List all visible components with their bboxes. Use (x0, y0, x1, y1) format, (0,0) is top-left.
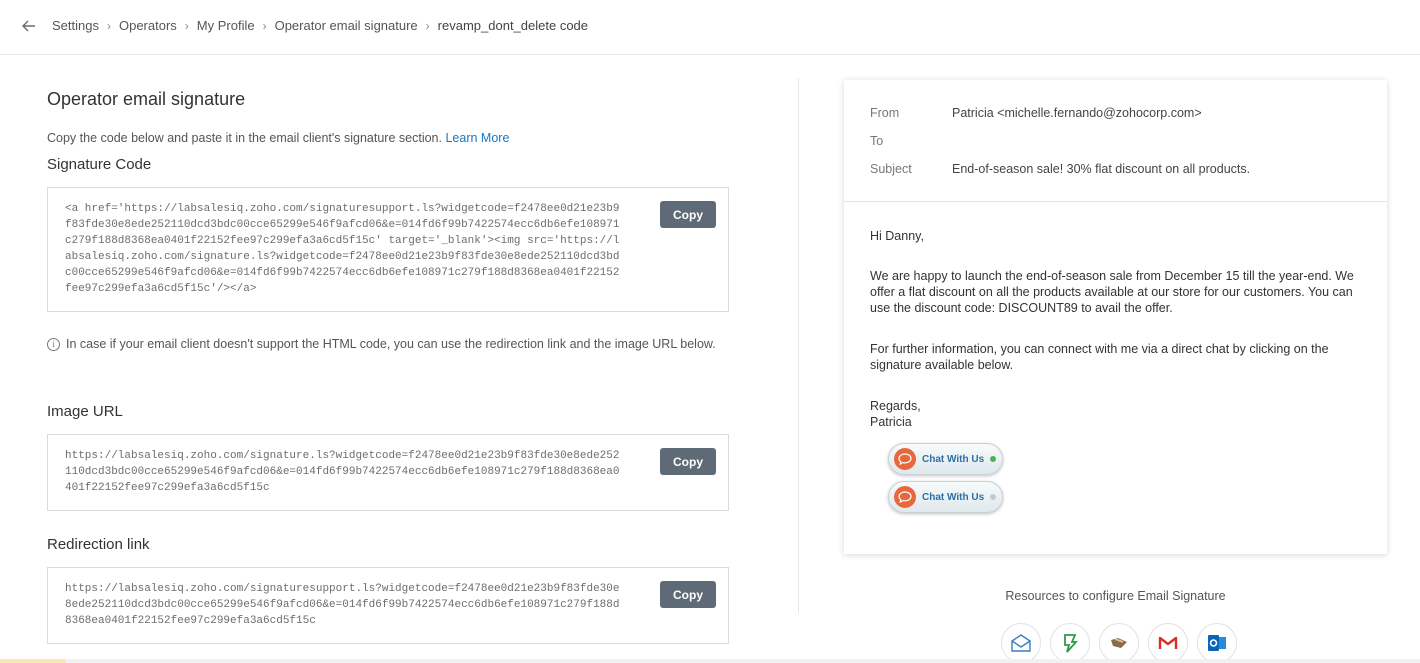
breadcrumb-my-profile[interactable]: My Profile (197, 18, 255, 33)
mail-client-icon[interactable] (1099, 623, 1139, 663)
chevron-right-icon: › (425, 18, 430, 33)
redirection-link-text[interactable]: https://labsalesiq.zoho.com/signaturesup… (65, 581, 705, 629)
column-divider (798, 78, 799, 613)
breadcrumb-operator-email-signature[interactable]: Operator email signature (275, 18, 418, 33)
learn-more-link[interactable]: Learn More (445, 131, 509, 145)
signature-code-text[interactable]: <a href='https://labsalesiq.zoho.com/sig… (65, 201, 705, 297)
regards: Regards, (870, 399, 921, 413)
body-paragraph-1: We are happy to launch the end-of-season… (870, 269, 1354, 315)
resources-title: Resources to configure Email Signature (1005, 589, 1226, 603)
chat-bubble-icon (894, 486, 916, 508)
body-paragraph-2: For further information, you can connect… (870, 342, 1329, 372)
info-icon: i (47, 337, 60, 351)
chat-badge-label: Chat With Us (922, 491, 985, 503)
intro-text: Copy the code below and paste it in the … (47, 131, 509, 145)
chevron-right-icon: › (106, 18, 111, 33)
to-label: To (870, 134, 884, 148)
preview-divider (844, 201, 1387, 202)
info-note: i In case if your email client doesn't s… (47, 337, 716, 351)
breadcrumb-settings[interactable]: Settings (52, 18, 99, 33)
info-text: In case if your email client doesn't sup… (66, 337, 716, 351)
copy-redirection-link-button[interactable]: Copy (660, 581, 716, 608)
resources-icons (1001, 623, 1246, 663)
chat-badge-label: Chat With Us (922, 453, 985, 465)
chat-bubble-icon (894, 448, 916, 470)
to-row: To (870, 134, 952, 148)
bottom-status-strip (0, 659, 1420, 663)
intro-description: Copy the code below and paste it in the … (47, 131, 442, 145)
chevron-right-icon: › (184, 18, 189, 33)
image-url-box[interactable]: https://labsalesiq.zoho.com/signature.ls… (47, 434, 729, 511)
signature-code-label: Signature Code (47, 156, 152, 173)
top-bar: Settings › Operators › My Profile › Oper… (0, 0, 1420, 55)
chevron-right-icon: › (262, 18, 267, 33)
online-status-dot (990, 456, 997, 462)
image-url-text[interactable]: https://labsalesiq.zoho.com/signature.ls… (65, 448, 705, 496)
greeting: Hi Danny, (870, 229, 924, 243)
from-label: From (870, 106, 900, 120)
outlook-icon[interactable] (1197, 623, 1237, 663)
copy-image-url-button[interactable]: Copy (660, 448, 716, 475)
signer-name: Patricia (870, 415, 912, 429)
subject-row: Subject End-of-season sale! 30% flat dis… (870, 162, 1250, 176)
breadcrumb-operators[interactable]: Operators (119, 18, 177, 33)
redirection-link-label: Redirection link (47, 536, 150, 553)
evernote-style-icon[interactable] (1050, 623, 1090, 663)
breadcrumb: Settings › Operators › My Profile › Oper… (52, 18, 588, 33)
signature-code-box[interactable]: <a href='https://labsalesiq.zoho.com/sig… (47, 187, 729, 312)
offline-status-dot (990, 494, 997, 500)
page-title: Operator email signature (47, 89, 246, 109)
copy-signature-code-button[interactable]: Copy (660, 201, 716, 228)
breadcrumb-current: revamp_dont_delete code (437, 18, 589, 33)
from-value: Patricia <michelle.fernando@zohocorp.com… (952, 106, 1202, 120)
mail-icon[interactable] (1001, 623, 1041, 663)
from-row: From Patricia <michelle.fernando@zohocor… (870, 106, 1202, 120)
image-url-label: Image URL (47, 403, 123, 420)
chat-with-us-badge-offline[interactable]: Chat With Us (888, 481, 1003, 513)
redirection-link-box[interactable]: https://labsalesiq.zoho.com/signaturesup… (47, 567, 729, 644)
gmail-icon[interactable] (1148, 623, 1188, 663)
chat-with-us-badge-online[interactable]: Chat With Us (888, 443, 1003, 475)
back-arrow-icon[interactable] (20, 17, 38, 35)
subject-label: Subject (870, 162, 912, 176)
subject-value: End-of-season sale! 30% flat discount on… (952, 162, 1251, 176)
email-preview: From Patricia <michelle.fernando@zohocor… (844, 80, 1387, 554)
